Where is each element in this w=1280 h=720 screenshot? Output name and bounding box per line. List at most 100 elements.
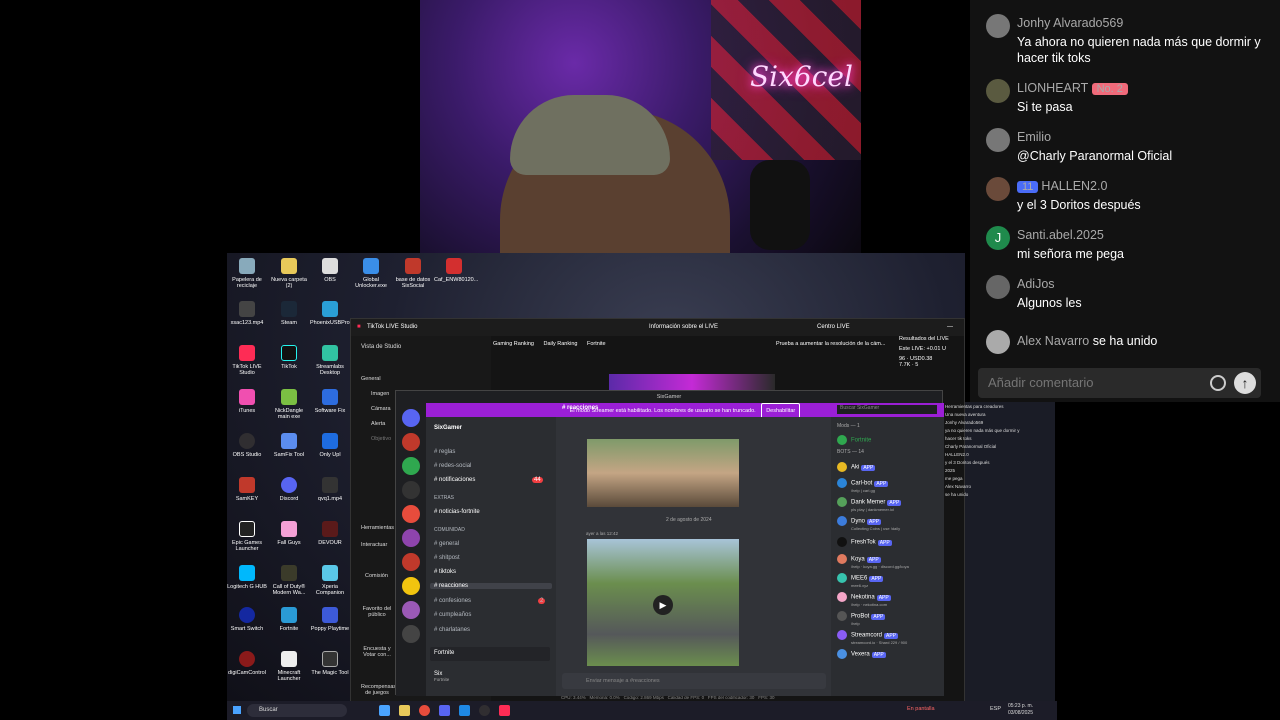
channel-item[interactable]: # shitpost [434, 555, 460, 561]
taskbar-clock[interactable]: 05:23 p. m. 03/08/2025 [1008, 703, 1033, 717]
minimize-icon[interactable]: — [947, 319, 953, 336]
desktop-icon-discord[interactable]: Discord [269, 477, 309, 502]
tab-fortnite[interactable]: Fortnite [587, 341, 606, 347]
member-item[interactable]: Nekotina APP/help · nekotina.com [837, 592, 891, 607]
channel-item[interactable]: # notificaciones 44 [434, 477, 543, 483]
channel-item[interactable]: # charlatanes [434, 627, 470, 633]
channel-item[interactable]: # tiktoks [434, 569, 456, 575]
source-image[interactable]: Imagen [371, 391, 389, 397]
desktop-icon-tiktok[interactable]: TikTok [269, 345, 309, 370]
tab-gaming-ranking[interactable]: Gaming Ranking [493, 341, 534, 347]
user-panel[interactable]: Six Fortnite [434, 671, 449, 683]
screen-status[interactable]: En pantalla [907, 706, 935, 712]
source-camera[interactable]: Cámara [371, 406, 391, 412]
server-icon[interactable] [402, 625, 420, 643]
desktop-icon-only-upl[interactable]: Only Upl [310, 433, 350, 458]
desktop-icon-xperia[interactable]: Xperia Companion [310, 565, 350, 596]
source-alert[interactable]: Alerta [371, 421, 385, 427]
desktop-icon-epic-games[interactable]: Epic Games Launcher [227, 521, 267, 552]
channel-item[interactable]: # cumpleaños [434, 612, 471, 618]
desktop-icon-video[interactable]: xsac123.mp4 [227, 301, 267, 326]
desktop-icon-streamlabs[interactable]: Streamlabs Desktop [310, 345, 350, 376]
server-icon[interactable] [402, 505, 420, 523]
desktop-icon-fall-guys[interactable]: Fall Guys [269, 521, 309, 546]
desktop-icon-folder[interactable]: Nueva carpeta (2) [269, 258, 309, 289]
send-arrow-icon[interactable]: ↑ [1234, 372, 1256, 394]
desktop-icon-minecraft[interactable]: Minecraft Launcher [269, 651, 309, 682]
desktop-icon-magic-tool[interactable]: The Magic Tool [310, 651, 350, 676]
channel-item-active[interactable]: # reacciones [430, 583, 552, 589]
channel-item[interactable]: # reglas [434, 449, 455, 455]
desktop-icon-tiktok-live-studio[interactable]: TikTok LIVE Studio [227, 345, 267, 376]
obs-taskbar-icon[interactable] [479, 705, 490, 716]
desktop-icon-obs-studio[interactable]: OBS Studio [227, 433, 267, 458]
tool-interact[interactable]: Interactuar [361, 542, 387, 548]
member-item[interactable]: FreshTok APP [837, 537, 892, 547]
reaction-image[interactable] [587, 439, 739, 507]
server-icon[interactable] [402, 457, 420, 475]
desktop-icon-poppy[interactable]: Poppy Playtime [310, 607, 350, 632]
discord-home-icon[interactable] [402, 409, 420, 427]
taskbar-search[interactable]: Buscar [247, 704, 347, 717]
tool-commission[interactable]: Comisión [365, 573, 388, 579]
server-icon[interactable] [402, 433, 420, 451]
desktop-icon-devour[interactable]: DEVOUR [310, 521, 350, 546]
channel-item[interactable]: # noticias-fortnite [434, 509, 480, 515]
tab-daily-ranking[interactable]: Daily Ranking [544, 341, 578, 347]
desktop-icon-nickdangle[interactable]: NickDangle main exe [269, 389, 309, 420]
copilot-icon[interactable] [379, 705, 390, 716]
desktop-icon-smart-switch[interactable]: Smart Switch [227, 607, 267, 632]
comment-input[interactable] [986, 374, 1206, 391]
desktop-icon-phoenix[interactable]: PhoenixUSBPro... [310, 301, 354, 326]
member-item[interactable]: Carl-bot APP/help | carl.gg [837, 478, 889, 493]
desktop-icon-steam[interactable]: Steam [269, 301, 309, 326]
play-icon[interactable]: ▶ [653, 595, 673, 615]
member-item[interactable]: Dank Memer APP pls play | dankmemer.lol [837, 497, 902, 512]
server-icon[interactable] [402, 601, 420, 619]
desktop-icon-samfix[interactable]: SamFix Tool [269, 433, 309, 458]
language-indicator[interactable]: ESP [990, 706, 1001, 712]
desktop-icon-pdf[interactable]: Caf_ENW80120... [434, 258, 478, 283]
channel-item[interactable]: # general [434, 541, 459, 547]
channel-item[interactable]: # redes-social [434, 463, 471, 469]
member-item[interactable]: Vexera APP [837, 649, 886, 659]
server-icon[interactable] [402, 529, 420, 547]
server-search[interactable]: Buscar SixGamer [837, 405, 937, 414]
emoji-icon[interactable] [1210, 375, 1226, 391]
desktop-icon-obs[interactable]: OBS [310, 258, 350, 283]
desktop-icon-recycle-bin[interactable]: Papelera de reciclaje [227, 258, 267, 289]
desktop-icon-fortnite[interactable]: Fortnite [269, 607, 309, 632]
file-explorer-icon[interactable] [399, 705, 410, 716]
desktop-icon-global-unlocker[interactable]: Global Unlocker.exe [351, 258, 391, 289]
tiktok-taskbar-icon[interactable] [499, 705, 510, 716]
desktop-icon-itunes[interactable]: iTunes [227, 389, 267, 414]
member-item[interactable]: ProBot APP/help [837, 611, 886, 626]
desktop-icon-samkey[interactable]: SamKEY [227, 477, 267, 502]
windows-start-icon[interactable] [233, 706, 241, 714]
channel-item[interactable]: # confesiones 2 [434, 598, 546, 604]
desktop-icon-qvq1[interactable]: qvq1.mp4 [310, 477, 350, 502]
server-name[interactable]: SixGamer [434, 425, 462, 431]
desktop-icon-digicam[interactable]: digiCamControl [227, 651, 267, 676]
member-item[interactable]: Fortnite [837, 435, 871, 445]
desktop-icon-software-fix[interactable]: Software Fix [310, 389, 350, 414]
message-composer[interactable]: Enviar mensaje a #reacciones [562, 673, 826, 689]
edge-icon[interactable] [459, 705, 470, 716]
server-icon[interactable] [402, 481, 420, 499]
tool-favorite[interactable]: Favorito del público [361, 606, 393, 618]
tool-rewards[interactable]: Recompensas de juegos [361, 684, 396, 696]
desktop-icon-call-of-duty[interactable]: Call of Duty® Modern Wa... [269, 565, 309, 596]
live-center-button[interactable]: Centro LIVE [817, 319, 850, 336]
server-icon[interactable] [402, 577, 420, 595]
general-section[interactable]: General [361, 376, 381, 382]
desktop-icon-database[interactable]: base de datos SixSocial [393, 258, 433, 289]
chrome-icon[interactable] [419, 705, 430, 716]
voice-activity[interactable]: Fortnite [430, 647, 550, 661]
video-attachment[interactable]: ▶ [587, 539, 739, 666]
server-icon[interactable] [402, 553, 420, 571]
member-item[interactable]: Dyno APP Collecting Coins | use !daily [837, 516, 900, 531]
member-item[interactable]: Streamcord APP streamcord.io · Shard 229 /… [837, 630, 907, 645]
tool-poll[interactable]: Encuesta y Votar con... [361, 646, 393, 658]
member-item[interactable]: Koya APP/help · koya.gg · discord.gg/koya [837, 554, 909, 569]
desktop-icon-logitech[interactable]: Logitech G HUB [227, 565, 267, 590]
